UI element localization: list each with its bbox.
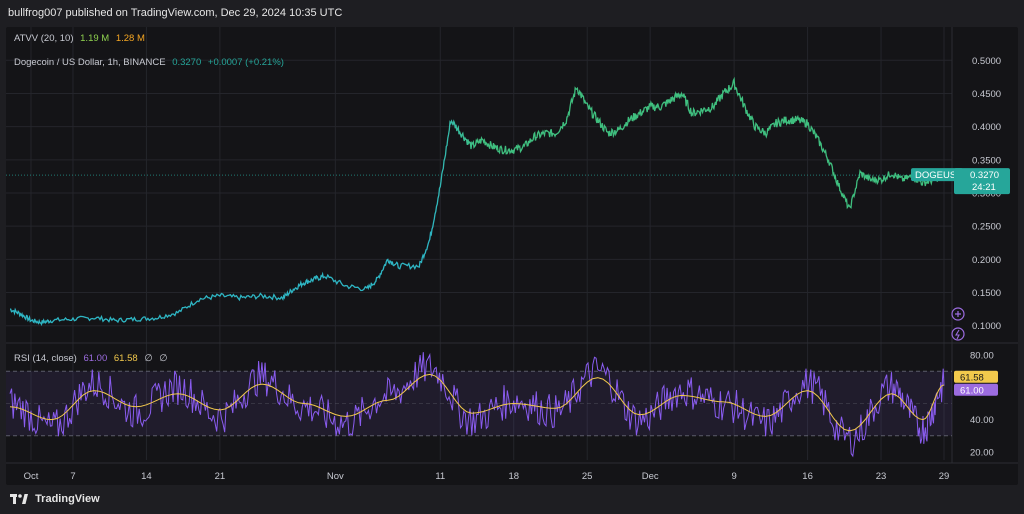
hidden-icon[interactable]: ∅ xyxy=(159,353,167,364)
hidden-icon[interactable]: ∅ xyxy=(144,353,152,364)
price-axis-label: 0.3500 xyxy=(972,155,1001,166)
time-axis-label: 18 xyxy=(508,471,519,482)
time-axis-label: 25 xyxy=(582,471,593,482)
rsi-axis-label: 80.00 xyxy=(970,351,994,362)
quick-action-button[interactable] xyxy=(951,327,965,341)
price-change: +0.0007 (+0.21%) xyxy=(207,57,284,68)
time-axis-label: 11 xyxy=(435,471,445,482)
time-axis-label: Nov xyxy=(327,471,344,482)
time-axis-label: 14 xyxy=(141,471,152,482)
chart-panel[interactable]: 0.50000.45000.40000.35000.30000.25000.20… xyxy=(6,27,1018,485)
rsi-ma-value: 61.58 xyxy=(113,353,138,364)
time-axis-label: 16 xyxy=(802,471,813,482)
price-axis-label: 0.2500 xyxy=(972,222,1001,233)
rsi-indicator-label: RSI (14, close) xyxy=(14,353,77,364)
symbol-title: Dogecoin / US Dollar, 1h, BINANCE xyxy=(14,57,166,68)
volume-value-2: 1.28 M xyxy=(115,33,145,44)
volume-legend: ATVV (20, 10) 1.19 M 1.28 M xyxy=(14,33,149,44)
plus-icon xyxy=(955,311,961,317)
time-axis-label: 23 xyxy=(876,471,887,482)
last-price-tag-value: 0.3270 xyxy=(970,170,999,181)
price-axis-label: 0.1500 xyxy=(972,288,1001,299)
chart-canvas[interactable]: 0.50000.45000.40000.35000.30000.25000.20… xyxy=(6,27,1018,485)
brand-name: TradingView xyxy=(35,493,100,506)
volume-value-1: 1.19 M xyxy=(80,33,110,44)
time-axis-label: 21 xyxy=(215,471,226,482)
add-alert-button[interactable] xyxy=(951,307,965,321)
rsi-value: 61.00 xyxy=(83,353,108,364)
rsi-legend: RSI (14, close) 61.00 61.58 ∅ ∅ xyxy=(14,353,172,364)
price-axis-label: 0.4500 xyxy=(972,89,1001,100)
time-axis-label: 9 xyxy=(731,471,736,482)
time-axis-label: 7 xyxy=(70,471,75,482)
rsi-axis-label: 20.00 xyxy=(970,447,994,458)
rsi-axis-label: 40.00 xyxy=(970,415,994,426)
rsi-ma-tag-value: 61.58 xyxy=(960,372,984,383)
volume-indicator-label: ATVV (20, 10) xyxy=(14,33,74,44)
last-price: 0.3270 xyxy=(172,57,202,68)
rsi-tag-value: 61.00 xyxy=(960,385,984,396)
time-axis-label: 29 xyxy=(939,471,950,482)
time-axis-label: Dec xyxy=(642,471,659,482)
footer: TradingView xyxy=(10,493,100,509)
price-axis-label: 0.5000 xyxy=(972,56,1001,67)
bar-countdown: 24:21 xyxy=(972,182,996,193)
price-tag: DOGEUSD 0.327024:21 xyxy=(911,168,1010,195)
price-legend: Dogecoin / US Dollar, 1h, BINANCE 0.3270… xyxy=(14,57,288,68)
price-axis-label: 0.1000 xyxy=(972,321,1001,332)
publisher-info: bullfrog007 published on TradingView.com… xyxy=(8,7,343,19)
price-axis-label: 0.2000 xyxy=(972,255,1001,266)
price-line xyxy=(10,76,945,327)
tradingview-logo-icon xyxy=(10,494,28,505)
top-bar: bullfrog007 published on TradingView.com… xyxy=(0,0,1024,27)
price-axis-label: 0.4000 xyxy=(972,122,1001,133)
lightning-icon xyxy=(955,329,960,340)
time-axis-label: Oct xyxy=(24,471,39,482)
